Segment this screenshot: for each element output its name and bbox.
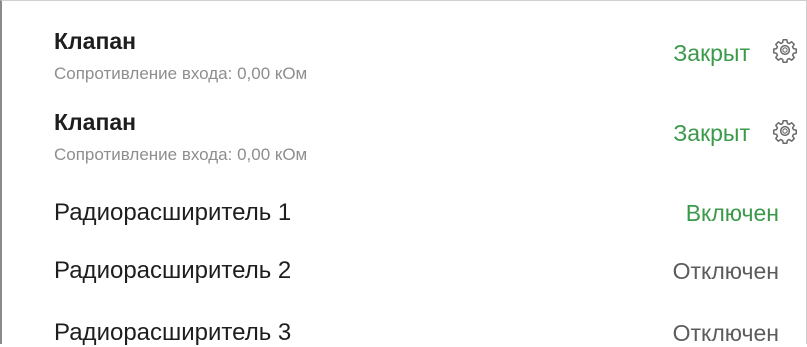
gear-icon[interactable] xyxy=(772,118,798,144)
device-list: Клапан Сопротивление входа: 0,00 кОм Зак… xyxy=(0,0,807,346)
list-item-radio-expander-3[interactable]: Радиорасширитель 3 Отключен xyxy=(2,299,807,346)
item-title: Радиорасширитель 3 xyxy=(54,319,292,346)
list-item-valve-2[interactable]: Клапан Сопротивление входа: 0,00 кОм Зак… xyxy=(2,93,807,183)
list-item-valve-1[interactable]: Клапан Сопротивление входа: 0,00 кОм Зак… xyxy=(2,1,807,93)
status-label: Отключен xyxy=(672,320,779,346)
status-label: Закрыт xyxy=(673,120,750,146)
item-title: Клапан xyxy=(54,28,137,54)
gear-icon[interactable] xyxy=(772,37,798,63)
item-title: Радиорасширитель 1 xyxy=(54,199,292,226)
item-subtitle: Сопротивление входа: 0,00 кОм xyxy=(54,64,308,83)
status-label: Включен xyxy=(685,200,779,226)
item-title: Радиорасширитель 2 xyxy=(54,257,292,284)
item-subtitle: Сопротивление входа: 0,00 кОм xyxy=(54,145,308,164)
list-item-radio-expander-2[interactable]: Радиорасширитель 2 Отключен xyxy=(2,241,807,299)
item-title: Клапан xyxy=(54,109,137,135)
status-label: Отключен xyxy=(672,258,779,284)
list-item-radio-expander-1[interactable]: Радиорасширитель 1 Включен xyxy=(2,183,807,241)
status-label: Закрыт xyxy=(673,40,750,66)
